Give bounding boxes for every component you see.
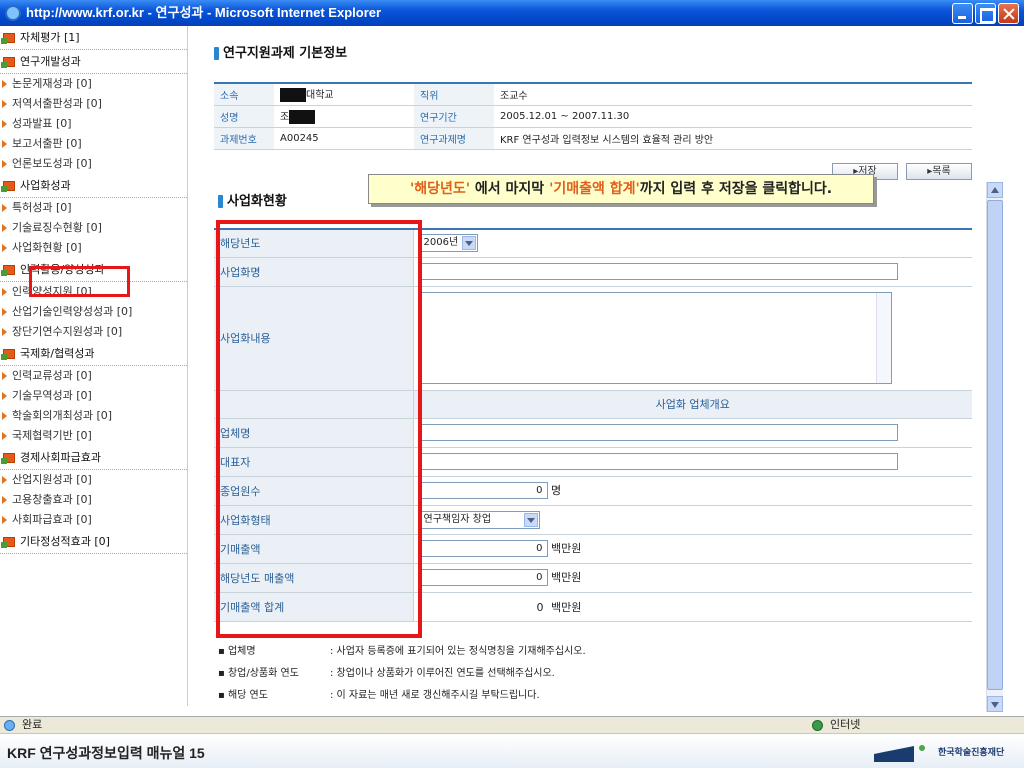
sidebar-item[interactable]: 보고서출판 [0] — [0, 134, 187, 154]
folder-icon — [1, 265, 15, 276]
label-project-no: 과제번호 — [214, 127, 274, 150]
folder-icon — [1, 349, 15, 360]
sidebar-item[interactable]: 언론보도성과 [0] — [0, 154, 187, 174]
minimize-button[interactable] — [952, 3, 973, 24]
sidebar-group-rnd[interactable]: 연구개발성과 — [0, 50, 187, 74]
status-bar: 완료 인터넷 — [0, 716, 1024, 733]
ceo-input[interactable] — [419, 453, 898, 470]
highlight-box-sidebar — [29, 266, 130, 297]
label-project-title: 연구과제명 — [414, 127, 494, 150]
browser-window: http://www.krf.or.kr - 연구성과 - Microsoft … — [0, 0, 1024, 733]
label-position: 직위 — [414, 83, 494, 106]
sidebar-group-etc[interactable]: 기타정성적효과 [0] — [0, 530, 187, 554]
section-marker-icon — [214, 47, 219, 60]
note-line: ▪ 창업/상품화 연도: 창업이나 상품화가 이루어진 연도를 선택해주십시오. — [218, 668, 555, 679]
sidebar-item[interactable]: 장단기연수지원성과 [0] — [0, 322, 187, 342]
folder-icon — [1, 33, 15, 44]
highlight-box-form — [216, 220, 422, 638]
section-marker-icon — [218, 195, 223, 208]
scroll-down-icon[interactable] — [987, 696, 1003, 712]
redaction-block — [289, 110, 316, 124]
sidebar-item[interactable]: 국제협력기반 [0] — [0, 426, 187, 446]
page-icon — [4, 720, 15, 731]
sidebar-item[interactable]: 산업지원성과 [0] — [0, 470, 187, 490]
sidebar-item-biz-status[interactable]: 사업화현황 [0] — [0, 238, 187, 258]
page-scrollbar[interactable] — [986, 182, 1003, 712]
close-button[interactable] — [998, 3, 1019, 24]
redaction-block — [280, 88, 306, 103]
value-project-no: A00245 — [274, 127, 414, 150]
value-project-title: KRF 연구성과 입력정보 시스템의 효율적 관리 방안 — [494, 127, 972, 150]
footer-org: 한국학술진흥재단 — [938, 748, 1005, 758]
prev-sales-input[interactable]: 0 — [419, 540, 548, 558]
footer-caption: KRF 연구성과정보입력 매뉴얼 15 — [7, 745, 205, 761]
scroll-thumb[interactable] — [987, 200, 1003, 690]
folder-icon — [1, 537, 15, 548]
current-sales-input[interactable]: 0 — [419, 569, 548, 587]
sidebar-item-self-eval[interactable]: 자체평가 [1] — [0, 26, 187, 50]
sidebar-item[interactable]: 저역서출판성과 [0] — [0, 94, 187, 114]
folder-icon — [1, 57, 15, 68]
krf-logo — [874, 745, 925, 762]
biz-content-textarea[interactable] — [419, 292, 892, 384]
sidebar-item[interactable]: 특허성과 [0] — [0, 198, 187, 218]
sidebar-item[interactable]: 기술무역성과 [0] — [0, 386, 187, 406]
value-position: 조교수 — [494, 83, 972, 106]
sidebar-item[interactable]: 기술료징수현황 [0] — [0, 218, 187, 238]
title-bar: http://www.krf.or.kr - 연구성과 - Microsoft … — [0, 0, 1024, 26]
sidebar-group-intl[interactable]: 국제화/협력성과 — [0, 342, 187, 366]
sidebar-group-econ[interactable]: 경제사회파급효과 — [0, 446, 187, 470]
label-affiliation: 소속 — [214, 83, 274, 106]
sidebar-group-biz[interactable]: 사업화성과 — [0, 174, 187, 198]
chevron-down-icon — [461, 236, 476, 251]
sidebar-item[interactable]: 논문게재성과 [0] — [0, 74, 187, 94]
value-period: 2005.12.01 ~ 2007.11.30 — [494, 105, 972, 128]
value-name: 조 — [274, 105, 414, 128]
biz-type-select[interactable]: 연구책임자 창업 — [419, 510, 540, 529]
label-name: 성명 — [214, 105, 274, 128]
sidebar-item[interactable]: 고용창출효과 [0] — [0, 490, 187, 510]
ie-icon — [5, 5, 21, 21]
globe-icon — [812, 720, 823, 731]
zone-text: 인터넷 — [830, 718, 861, 731]
folder-icon — [1, 181, 15, 192]
folder-icon — [1, 453, 15, 464]
label-period: 연구기간 — [414, 105, 494, 128]
scroll-up-icon[interactable] — [987, 182, 1003, 198]
list-button[interactable]: ▸목록 — [906, 163, 972, 180]
window-title: http://www.krf.or.kr - 연구성과 - Microsoft … — [26, 5, 382, 20]
total-sales-value: 0 — [536, 600, 544, 614]
note-line: ▪ 해당 연도: 이 자료는 매년 새로 갱신해주시길 부탁드립니다. — [218, 690, 540, 701]
sidebar-item[interactable]: 인력교류성과 [0] — [0, 366, 187, 386]
company-input[interactable] — [419, 424, 898, 441]
chevron-down-icon — [523, 512, 538, 527]
value-affiliation: 대학교 — [274, 83, 414, 106]
basic-info-table: 소속 대학교 직위 조교수 성명 조 연구기간 2005.12.01 ~ 200… — [214, 82, 972, 150]
sidebar-item[interactable]: 학술회의개최성과 [0] — [0, 406, 187, 426]
slide-footer: KRF 연구성과정보입력 매뉴얼 15 한국학술진흥재단 — [0, 733, 1024, 768]
sidebar-item[interactable]: 사회파급효과 [0] — [0, 510, 187, 530]
company-section-header: 사업화 업체개요 — [413, 390, 972, 419]
basic-info-title: 연구지원과제 기본정보 — [214, 42, 347, 61]
employees-input[interactable]: 0 — [419, 482, 548, 500]
textarea-scrollbar[interactable] — [875, 293, 891, 383]
instruction-tooltip: '해당년도' 에서 마지막 '기매출액 합계'까지 입력 후 저장을 클릭합니다… — [368, 174, 874, 204]
sidebar-item[interactable]: 산업기술인력양성성과 [0] — [0, 302, 187, 322]
note-line: ▪ 업체명: 사업자 등록증에 표기되어 있는 정식명칭을 기재해주십시오. — [218, 646, 586, 657]
biz-status-title: 사업화현황 — [218, 190, 287, 209]
biz-name-input[interactable] — [419, 263, 898, 280]
year-select[interactable]: 2006년 — [419, 234, 478, 253]
maximize-button[interactable] — [975, 3, 996, 24]
status-text: 완료 — [22, 718, 43, 731]
sidebar-item[interactable]: 성과발표 [0] — [0, 114, 187, 134]
sidebar: 자체평가 [1] 연구개발성과 논문게재성과 [0] 저역서출판성과 [0] 성… — [0, 26, 188, 706]
